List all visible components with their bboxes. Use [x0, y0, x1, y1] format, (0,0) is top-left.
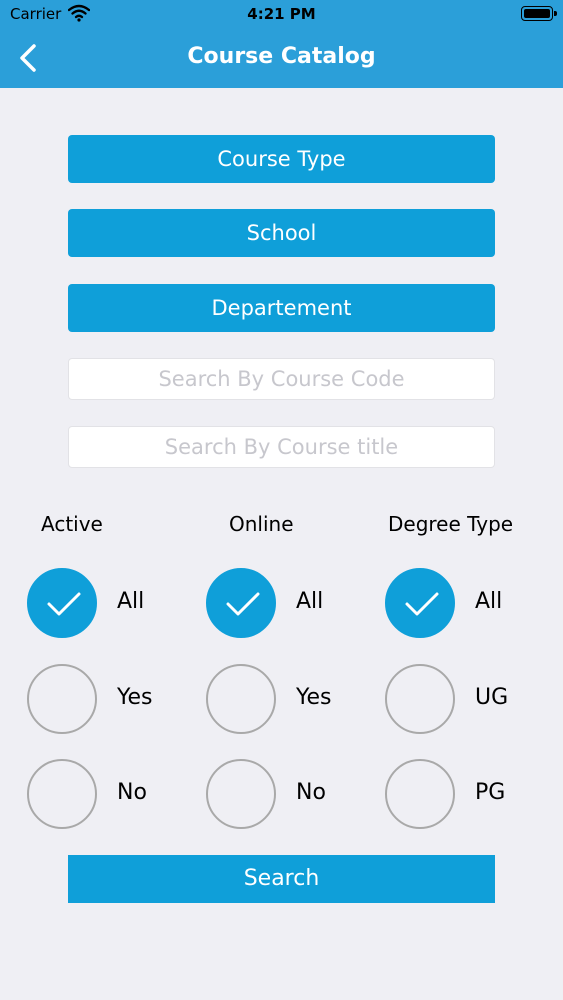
course-code-search-input[interactable]: Search By Course Code [68, 358, 495, 400]
degree-all-radio[interactable] [385, 568, 455, 638]
online-all-radio[interactable] [206, 568, 276, 638]
online-yes-label: Yes [296, 685, 332, 710]
checkmark-icon [47, 592, 81, 616]
degree-pg-label: PG [475, 780, 506, 805]
status-bar: Carrier 4:21 PM [0, 0, 563, 28]
degree-pg-radio[interactable] [385, 759, 455, 829]
online-all-label: All [296, 589, 324, 614]
active-all-radio[interactable] [27, 568, 97, 638]
degree-type-header: Degree Type [388, 512, 514, 536]
page-title: Course Catalog [187, 44, 376, 69]
degree-ug-radio[interactable] [385, 664, 455, 734]
active-no-radio[interactable] [27, 759, 97, 829]
online-no-label: No [296, 780, 326, 805]
course-title-search-input[interactable]: Search By Course title [68, 426, 495, 468]
active-no-label: No [117, 780, 147, 805]
course-type-button[interactable]: Course Type [68, 135, 495, 183]
active-yes-label: Yes [117, 685, 153, 710]
checkmark-icon [405, 592, 439, 616]
checkmark-icon [226, 592, 260, 616]
active-yes-radio[interactable] [27, 664, 97, 734]
battery-icon [521, 6, 557, 21]
search-button[interactable]: Search [68, 855, 495, 903]
degree-ug-label: UG [475, 685, 509, 710]
school-button[interactable]: School [68, 209, 495, 257]
degree-all-label: All [475, 589, 503, 614]
online-yes-radio[interactable] [206, 664, 276, 734]
active-all-label: All [117, 589, 145, 614]
active-header: Active [41, 512, 103, 536]
online-no-radio[interactable] [206, 759, 276, 829]
clock: 4:21 PM [247, 5, 316, 23]
online-header: Online [229, 512, 294, 536]
department-button[interactable]: Departement [68, 284, 495, 332]
navigation-bar: Course Catalog [0, 28, 563, 88]
